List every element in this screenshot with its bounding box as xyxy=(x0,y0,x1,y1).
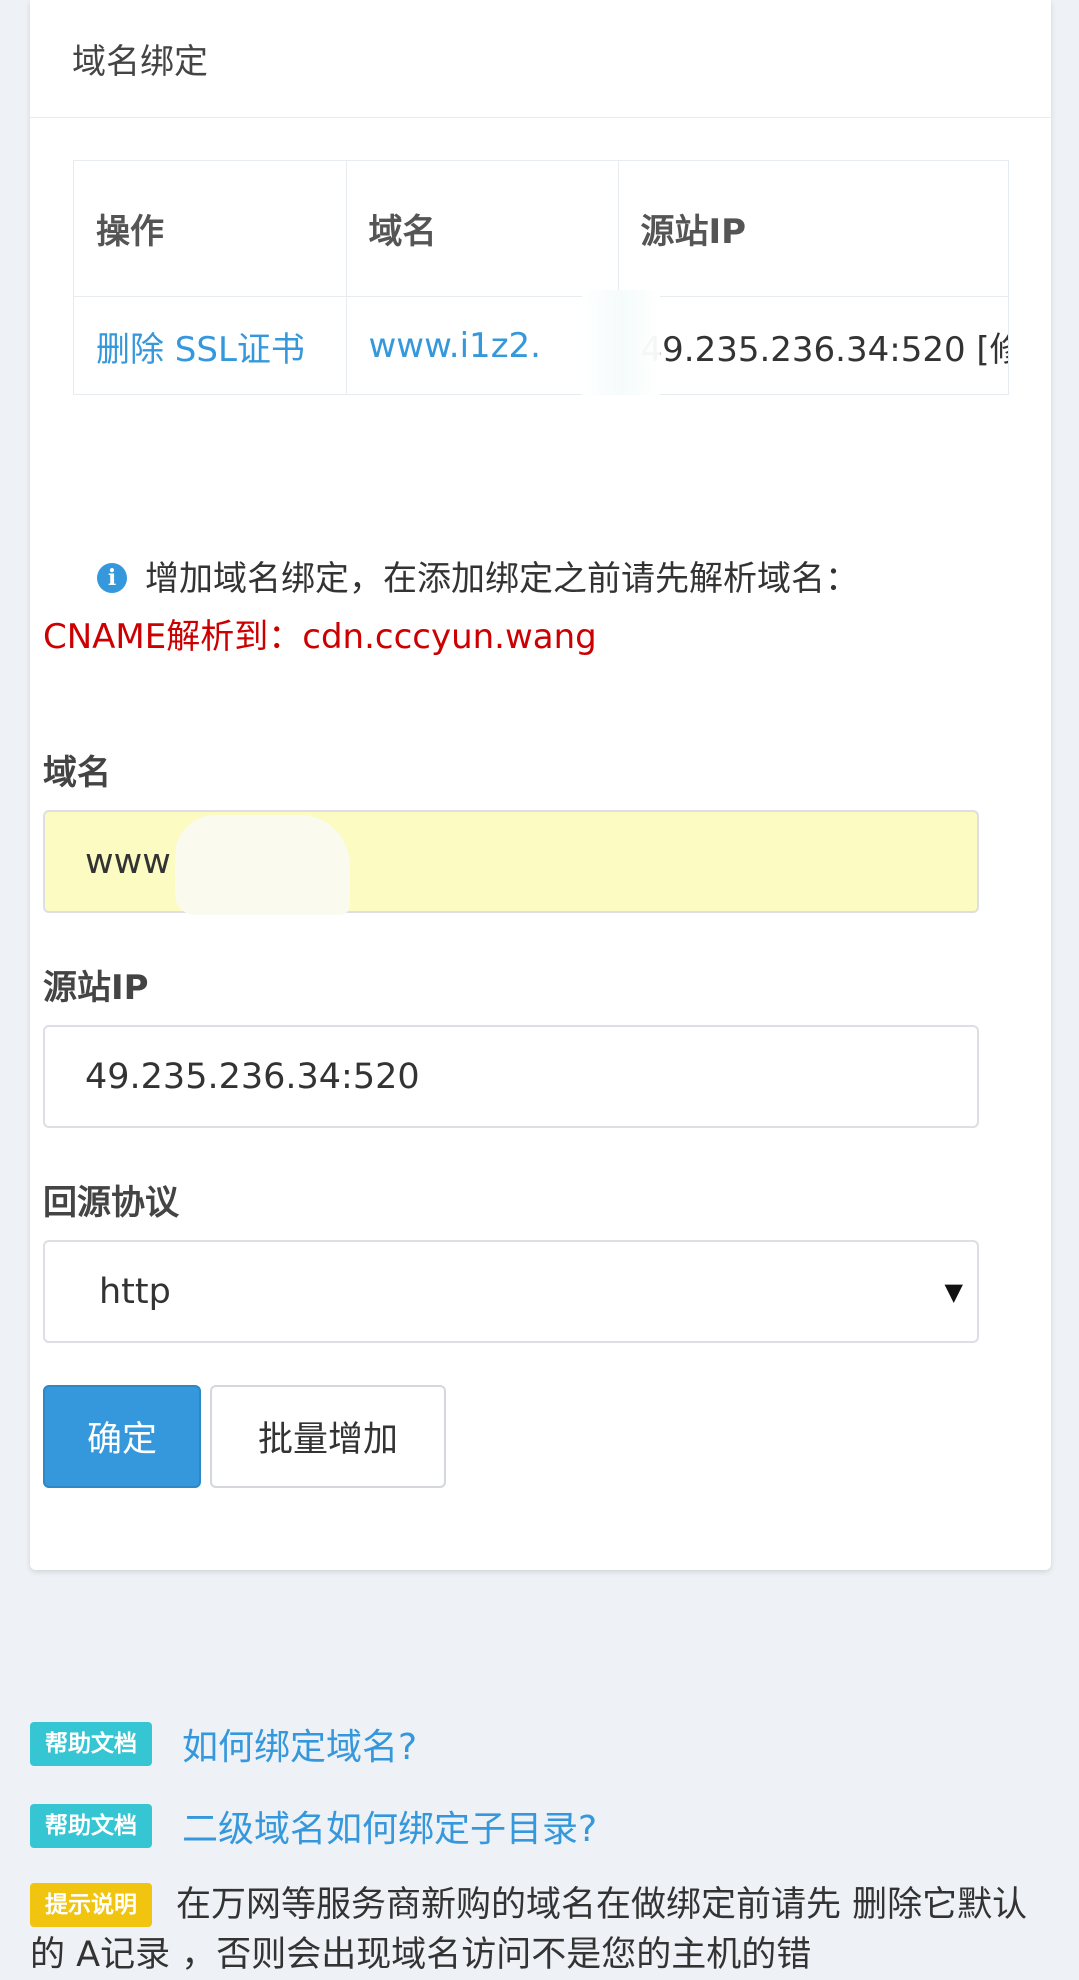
origin-ip-label: 源站IP xyxy=(43,968,149,1008)
protocol-label: 回源协议 xyxy=(43,1183,179,1223)
table-row: 删除 SSL证书 www.i1z2. 49.235.236.34:520 [修 xyxy=(74,296,1008,394)
help-item: 帮助文档 如何绑定域名? xyxy=(30,1718,417,1770)
domain-label: 域名 xyxy=(43,753,111,793)
tip-text: 在万网等服务商新购的域名在做绑定前请先 删除它默认的 A记录 ，否则会出现域名访… xyxy=(30,1885,1028,1975)
tip-notice: 提示说明 在万网等服务商新购的域名在做绑定前请先 删除它默认的 A记录 ，否则会出… xyxy=(30,1880,1040,1980)
card-title: 域名绑定 xyxy=(30,0,1051,118)
confirm-button[interactable]: 确定 xyxy=(43,1385,201,1488)
row-domain-link[interactable]: www.i1z2. xyxy=(346,296,619,394)
origin-ip-input[interactable]: 49.235.236.34:520 xyxy=(43,1025,979,1128)
header-origin-ip: 源站IP xyxy=(618,161,1008,297)
header-domain: 域名 xyxy=(346,161,619,297)
row-origin-ip: 49.235.236.34:520 [修 xyxy=(618,296,1008,394)
row-actions-links[interactable]: 删除 SSL证书 xyxy=(74,296,347,394)
table-header-row: 操作 域名 源站IP xyxy=(74,161,1008,297)
dropdown-arrow-icon: ▼ xyxy=(944,1277,963,1306)
redaction-mask xyxy=(582,290,660,395)
binding-table: 操作 域名 源站IP 删除 SSL证书 www.i1z2. 49.235.236… xyxy=(73,160,1009,395)
domain-input-value: www xyxy=(85,841,171,882)
tip-badge: 提示说明 xyxy=(30,1883,152,1927)
origin-ip-input-value: 49.235.236.34:520 xyxy=(85,1056,420,1097)
notice-text: 增加域名绑定，在添加绑定之前请先解析域名： xyxy=(145,559,859,599)
help-doc-badge: 帮助文档 xyxy=(30,1722,152,1766)
protocol-select[interactable]: http ▼ xyxy=(43,1240,979,1343)
header-actions: 操作 xyxy=(74,161,347,297)
binding-notice: i 增加域名绑定，在添加绑定之前请先解析域名： CNAME解析到：cdn.cccy… xyxy=(43,550,1003,666)
cname-instruction: CNAME解析到：cdn.cccyun.wang xyxy=(43,617,597,657)
help-link-bind-domain[interactable]: 如何绑定域名? xyxy=(182,1718,417,1770)
info-icon: i xyxy=(97,562,127,593)
help-item: 帮助文档 二级域名如何绑定子目录? xyxy=(30,1800,597,1852)
help-link-subdomain-directory[interactable]: 二级域名如何绑定子目录? xyxy=(182,1800,597,1852)
help-doc-badge: 帮助文档 xyxy=(30,1804,152,1848)
protocol-select-value: http xyxy=(99,1271,171,1312)
batch-add-button[interactable]: 批量增加 xyxy=(210,1385,446,1488)
redaction-mask xyxy=(175,815,350,915)
